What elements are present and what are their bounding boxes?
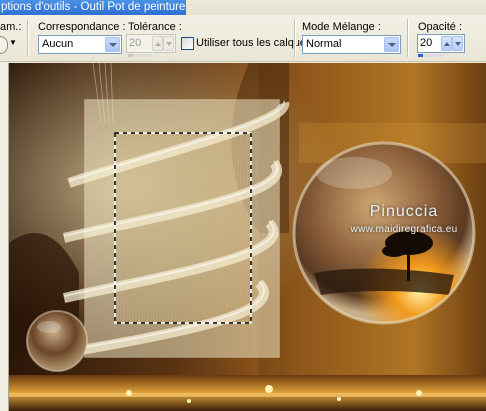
window-title[interactable]: ptions d'outils - Outil Pot de peinture: [0, 0, 186, 15]
image-canvas[interactable]: Pinuccia www.maidiregrafica.eu: [9, 63, 486, 411]
match-mode-label: Correspondance :: [38, 21, 126, 33]
tolerance-spin-buttons[interactable]: [152, 36, 174, 51]
presets-button[interactable]: [0, 36, 8, 54]
presets-dropdown-icon[interactable]: ▼: [9, 38, 17, 47]
opacity-slider-fill: [418, 54, 424, 57]
canvas-artwork: [9, 63, 486, 411]
opacity-spin-buttons[interactable]: [441, 36, 463, 51]
presets-label: am.:: [0, 21, 22, 33]
tolerance-value: 20: [129, 37, 142, 49]
match-mode-select[interactable]: Aucun: [38, 35, 122, 54]
toolbar-separator: [294, 19, 296, 57]
watermark-url: www.maidiregrafica.eu: [350, 224, 458, 235]
opacity-slider[interactable]: [418, 54, 444, 57]
watermark: Pinuccia www.maidiregrafica.eu: [331, 203, 477, 235]
blend-mode-select[interactable]: Normal: [302, 35, 401, 54]
spin-down-icon[interactable]: [452, 36, 463, 51]
spin-up-icon[interactable]: [441, 36, 452, 51]
spin-down-icon[interactable]: [163, 36, 174, 51]
match-mode-value: Aucun: [42, 38, 74, 50]
toolbar-separator: [407, 19, 409, 57]
tolerance-label: Tolérance :: [128, 21, 182, 33]
spin-up-icon[interactable]: [152, 36, 163, 51]
opacity-stepper[interactable]: 20: [417, 34, 465, 53]
watermark-name: Pinuccia: [369, 203, 439, 220]
opacity-label: Opacité :: [418, 21, 463, 33]
blend-mode-value: Normal: [306, 38, 342, 50]
chevron-down-icon[interactable]: [105, 37, 120, 52]
toolbar-separator: [27, 19, 29, 57]
opacity-value: 20: [420, 37, 433, 49]
tolerance-stepper[interactable]: 20: [126, 34, 176, 53]
title-bar: ptions d'outils - Outil Pot de peinture: [0, 0, 486, 15]
chevron-down-icon[interactable]: [384, 37, 399, 52]
use-all-layers-checkbox[interactable]: [181, 37, 194, 50]
blend-mode-label: Mode Mélange :: [302, 21, 381, 33]
tolerance-slider-fill: [128, 54, 133, 57]
vertical-ruler: [0, 63, 9, 411]
tool-options-toolbar: am.: ▼ Correspondance : Aucun Tolérance …: [0, 15, 486, 62]
tolerance-slider[interactable]: [128, 54, 152, 57]
